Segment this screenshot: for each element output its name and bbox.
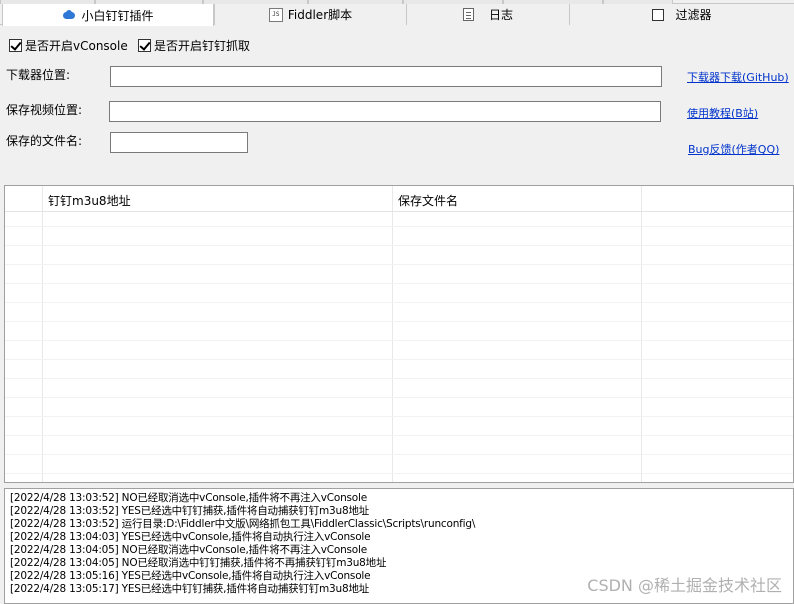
log-line: [2022/4/28 13:04:05] NO已经取消选中vConsole,插件… (10, 544, 368, 556)
row-header-column (5, 186, 43, 482)
grid-line (5, 340, 793, 341)
save-video-location-input[interactable] (109, 101, 661, 122)
downloader-download-link[interactable]: 下载器下载(GitHub) (687, 69, 789, 85)
column-header-save-filename[interactable]: 保存文件名 (398, 192, 458, 209)
grid-line (5, 416, 793, 417)
log-line: [2022/4/28 13:04:05] NO已经取消选中钉钉捕获,插件将不再捕… (10, 557, 387, 569)
log-line: [2022/4/28 13:04:03] YES已经选中vConsole,插件将… (10, 531, 371, 543)
downloader-location-input[interactable] (110, 66, 662, 87)
tab-label: 日志 (488, 8, 513, 22)
grid-line (5, 473, 793, 474)
log-line: [2022/4/28 13:03:52] YES已经选中钉钉捕获,插件将自动捕获… (10, 505, 370, 517)
tab-label: Fiddler脚本 (287, 8, 353, 22)
save-video-location-label: 保存视频位置: (6, 103, 83, 117)
tab-label: 小白钉钉插件 (81, 8, 154, 23)
js-file-icon: JS (268, 7, 283, 22)
tab-bar: 小白钉钉插件 JS Fiddler脚本 日志 过滤器 (0, 4, 794, 26)
m3u8-table[interactable]: 钉钉m3u8地址 保存文件名 (4, 185, 794, 483)
grid-line (5, 226, 793, 227)
column-save-filename (393, 186, 642, 482)
checkbox-icon (652, 8, 665, 21)
vconsole-checkbox-label: 是否开启vConsole (25, 39, 128, 53)
log-line: [2022/4/28 13:03:52] NO已经取消选中vConsole,插件… (10, 492, 368, 504)
grid-line (5, 302, 793, 303)
tab-label: 过滤器 (675, 8, 712, 22)
vconsole-checkbox[interactable]: 是否开启vConsole (9, 37, 128, 54)
grid-line (5, 245, 793, 246)
tab-fiddler-script[interactable]: JS Fiddler脚本 (214, 4, 406, 25)
dingtalk-capture-checkbox-label: 是否开启钉钉抓取 (154, 39, 251, 53)
column-header-m3u8-address[interactable]: 钉钉m3u8地址 (48, 192, 131, 209)
grid-line (5, 283, 793, 284)
save-filename-input[interactable] (110, 132, 248, 153)
grid-line (5, 359, 793, 360)
tab-filters[interactable]: 过滤器 (569, 4, 794, 25)
log-line: [2022/4/28 13:03:52] 运行目录:D:\Fiddler中文版\… (10, 518, 476, 530)
grid-line (5, 397, 793, 398)
tab-log[interactable]: 日志 (406, 4, 569, 25)
downloader-location-label: 下载器位置: (6, 68, 71, 82)
grid-line (5, 378, 793, 379)
document-icon (462, 8, 474, 21)
dingtalk-capture-checkbox[interactable]: 是否开启钉钉抓取 (138, 37, 250, 54)
watermark: CSDN @稀土掘金技术社区 (587, 576, 782, 595)
grid-line (5, 435, 793, 436)
grid-line (5, 321, 793, 322)
table-header: 钉钉m3u8地址 保存文件名 (5, 186, 793, 212)
column-m3u8-address (43, 186, 393, 482)
save-filename-label: 保存的文件名: (6, 134, 83, 148)
checkbox-checked-icon[interactable] (138, 39, 151, 52)
tab-xiaobai-dingtalk-plugin[interactable]: 小白钉钉插件 (2, 4, 214, 26)
bug-feedback-link[interactable]: Bug反馈(作者QQ) (688, 141, 779, 157)
grid-line (5, 264, 793, 265)
cloud-icon (62, 10, 76, 20)
checkbox-checked-icon[interactable] (9, 39, 22, 52)
tutorial-link[interactable]: 使用教程(B站) (687, 105, 758, 121)
grid-line (5, 454, 793, 455)
